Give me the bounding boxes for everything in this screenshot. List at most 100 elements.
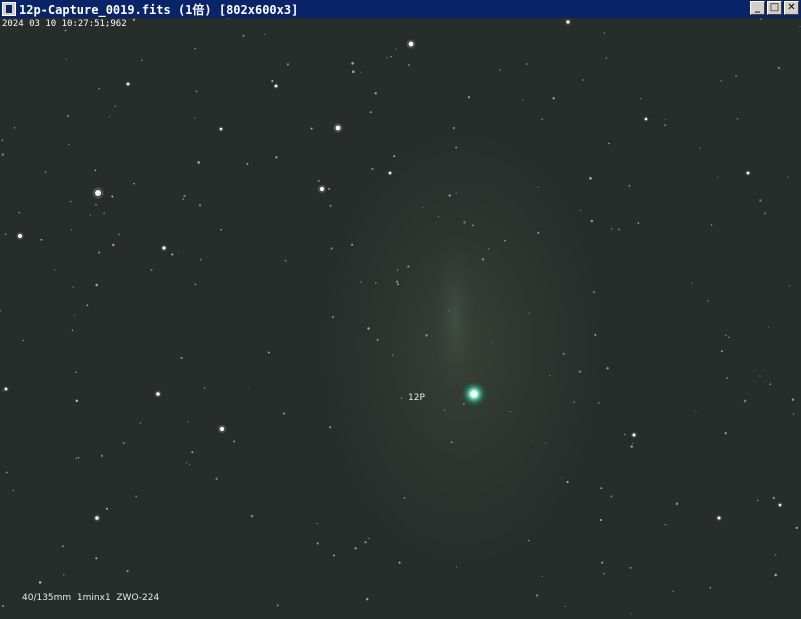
bright-star: [632, 433, 636, 437]
faint-star: [720, 350, 723, 353]
faint-star: [195, 90, 198, 93]
faint-star: [735, 75, 737, 77]
faint-star: [467, 96, 470, 99]
bright-star: [566, 20, 570, 24]
faint-star: [672, 590, 674, 593]
faint-star: [791, 398, 795, 401]
faint-star: [316, 542, 319, 545]
faint-star: [327, 187, 331, 191]
faint-star: [40, 238, 43, 241]
minimize-button[interactable]: _: [750, 1, 765, 15]
faint-star: [728, 336, 730, 338]
faint-star: [226, 18, 229, 19]
faint-star: [95, 557, 98, 560]
faint-star: [198, 203, 202, 207]
faint-star: [537, 186, 539, 188]
faint-star: [215, 477, 218, 480]
faint-star: [203, 386, 206, 389]
faint-star: [605, 57, 608, 59]
faint-star: [242, 34, 245, 37]
faint-star: [629, 566, 632, 569]
maximize-button[interactable]: □: [767, 1, 782, 15]
faint-star: [630, 445, 633, 448]
faint-star: [777, 66, 781, 70]
image-canvas[interactable]: 2024 03 10 10:27:51:962 12P 40/135mm 1mi…: [0, 18, 801, 619]
faint-star: [743, 399, 747, 403]
faint-star: [135, 495, 138, 498]
bright-star: [319, 186, 325, 192]
faint-star: [552, 97, 555, 100]
faint-star: [710, 224, 713, 226]
faint-star: [456, 566, 458, 568]
faint-star: [188, 463, 191, 466]
faint-star: [193, 117, 195, 119]
faint-star: [580, 209, 582, 211]
faint-star: [448, 194, 451, 197]
faint-star: [71, 329, 74, 331]
faint-star: [86, 304, 89, 307]
bright-star: [644, 117, 648, 121]
faint-star: [375, 282, 377, 284]
faint-star: [352, 70, 355, 73]
capture-timestamp: 2024 03 10 10:27:51:962: [2, 19, 127, 29]
faint-star: [640, 98, 642, 100]
faint-star: [603, 32, 606, 34]
bright-star: [408, 41, 414, 47]
faint-star: [333, 554, 336, 557]
faint-star: [664, 524, 667, 526]
faint-star: [75, 399, 79, 403]
faint-star: [61, 545, 64, 548]
faint-star: [63, 574, 65, 576]
faint-star: [178, 251, 180, 253]
app-icon[interactable]: [2, 2, 16, 16]
bright-star: [95, 516, 99, 520]
faint-star: [250, 514, 254, 518]
faint-star: [5, 471, 8, 474]
faint-star: [12, 489, 15, 492]
faint-star: [724, 334, 727, 337]
bright-star: [18, 234, 22, 238]
faint-star: [150, 269, 153, 271]
faint-star: [330, 247, 333, 250]
fits-viewer-window: 12p-Capture_0019.fits (1倍) [802x600x3] _…: [0, 0, 801, 619]
faint-star: [407, 64, 410, 67]
faint-star: [220, 229, 222, 231]
faint-star: [247, 387, 249, 389]
faint-star: [759, 375, 761, 377]
faint-star: [44, 171, 47, 174]
close-button[interactable]: ✕: [784, 1, 799, 15]
faint-star: [630, 613, 632, 615]
faint-star: [760, 18, 762, 20]
faint-star: [768, 326, 770, 328]
faint-star: [141, 59, 143, 62]
faint-star: [98, 88, 100, 90]
faint-star: [233, 440, 236, 443]
faint-star: [283, 412, 286, 415]
faint-star: [126, 570, 129, 573]
faint-star: [525, 63, 528, 65]
faint-star: [199, 258, 202, 261]
faint-star: [65, 58, 68, 60]
faint-star: [535, 594, 539, 597]
faint-star: [183, 194, 186, 198]
faint-star: [675, 502, 679, 505]
faint-star: [764, 212, 766, 215]
faint-star: [38, 581, 42, 584]
title-bar[interactable]: 12p-Capture_0019.fits (1倍) [802x600x3] _…: [0, 0, 801, 18]
faint-star: [400, 397, 403, 399]
faint-star: [118, 233, 120, 236]
comet-label: 12P: [408, 393, 425, 403]
faint-star: [2, 605, 4, 607]
faint-star: [602, 572, 605, 575]
faint-star: [395, 280, 399, 283]
faint-star: [589, 177, 592, 180]
bright-star: [219, 127, 223, 131]
faint-star: [67, 115, 69, 117]
faint-star: [600, 487, 603, 490]
faint-star: [122, 441, 125, 445]
faint-star: [452, 126, 455, 130]
faint-star: [94, 169, 97, 172]
faint-star: [22, 339, 24, 342]
faint-star: [0, 309, 1, 312]
faint-star: [112, 243, 115, 247]
